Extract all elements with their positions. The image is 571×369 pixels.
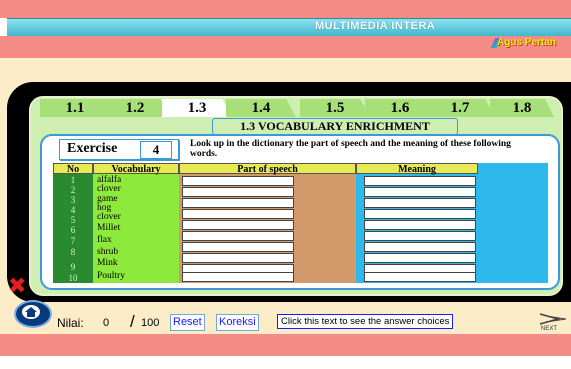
score-value: 0 (103, 317, 110, 329)
tab-1-2[interactable]: 1.2 (100, 99, 170, 117)
meaning-field[interactable] (364, 272, 476, 282)
vocab-word: clover (97, 212, 121, 222)
part-of-speech-field[interactable] (182, 242, 294, 252)
title-bar (7, 18, 571, 37)
part-of-speech-field[interactable] (182, 253, 294, 263)
next-label: NEXT (541, 326, 558, 332)
score-total: 100 (141, 317, 160, 329)
vocab-word: clover (97, 184, 121, 194)
section-title: 1.3 VOCABULARY ENRICHMENT (212, 118, 458, 135)
row-no: 10 (68, 273, 78, 283)
vocab-word: Poultry (97, 271, 125, 281)
tab-1-1[interactable]: 1.1 (40, 99, 110, 117)
reset-button[interactable]: Reset (170, 314, 205, 331)
row-no: 4 (70, 205, 76, 215)
koreksi-button[interactable]: Koreksi (216, 314, 259, 331)
row-no: 8 (70, 247, 76, 257)
home-icon[interactable] (22, 305, 40, 319)
app-title: MULTIMEDIA INTERA (315, 20, 436, 32)
sub-bar (0, 36, 571, 58)
vocab-word: Millet (97, 223, 121, 233)
part-of-speech-field[interactable] (182, 220, 294, 230)
answer-choices-button[interactable]: Click this text to see the answer choice… (277, 314, 454, 329)
close-icon[interactable]: ✖ (8, 274, 26, 299)
tab-1-5[interactable]: 1.5 (300, 99, 370, 117)
author-label: Agus Pertan (497, 37, 556, 48)
meaning-field[interactable] (364, 187, 476, 197)
row-no: 3 (70, 195, 76, 205)
score-label: Nilai: (57, 316, 84, 330)
vocab-word: Mink (97, 258, 118, 268)
header-vocabulary: Vocabulary (93, 163, 179, 175)
top-bar (0, 0, 571, 18)
row-no: 1 (70, 175, 76, 185)
tab-1-7[interactable]: 1.7 (425, 99, 495, 117)
meaning-field[interactable] (364, 231, 476, 241)
row-no: 5 (70, 215, 76, 225)
score-separator: / (130, 312, 135, 331)
part-of-speech-field[interactable] (182, 187, 294, 197)
row-no: 9 (70, 262, 76, 272)
meaning-field[interactable] (364, 242, 476, 252)
bottom-bar (0, 334, 571, 356)
exercise-number: 4 (140, 141, 172, 159)
part-of-speech-field[interactable] (182, 176, 294, 186)
meaning-field[interactable] (364, 209, 476, 219)
row-no: 7 (70, 236, 76, 246)
header-no: No (53, 163, 93, 175)
vocab-word: flax (97, 235, 112, 245)
instruction-text: Look up in the dictionary the part of sp… (190, 139, 511, 159)
header-part-of-speech: Part of speech (179, 163, 356, 175)
part-of-speech-field[interactable] (182, 198, 294, 208)
row-no: 6 (70, 225, 76, 235)
part-of-speech-field[interactable] (182, 209, 294, 219)
exercise-label: Exercise (67, 141, 118, 156)
tab-1-4[interactable]: 1.4 (226, 99, 296, 117)
vocab-word: shrub (97, 247, 119, 257)
meaning-field[interactable] (364, 198, 476, 208)
header-meaning: Meaning (356, 163, 478, 175)
tab-1-6[interactable]: 1.6 (365, 99, 435, 117)
tab-1-3[interactable]: 1.3 (162, 99, 232, 117)
part-of-speech-field[interactable] (182, 272, 294, 282)
part-of-speech-field[interactable] (182, 231, 294, 241)
meaning-field[interactable] (364, 253, 476, 263)
meaning-field[interactable] (364, 176, 476, 186)
tab-1-8[interactable]: 1.8 (490, 99, 554, 117)
row-no: 2 (70, 185, 76, 195)
meaning-field[interactable] (364, 220, 476, 230)
